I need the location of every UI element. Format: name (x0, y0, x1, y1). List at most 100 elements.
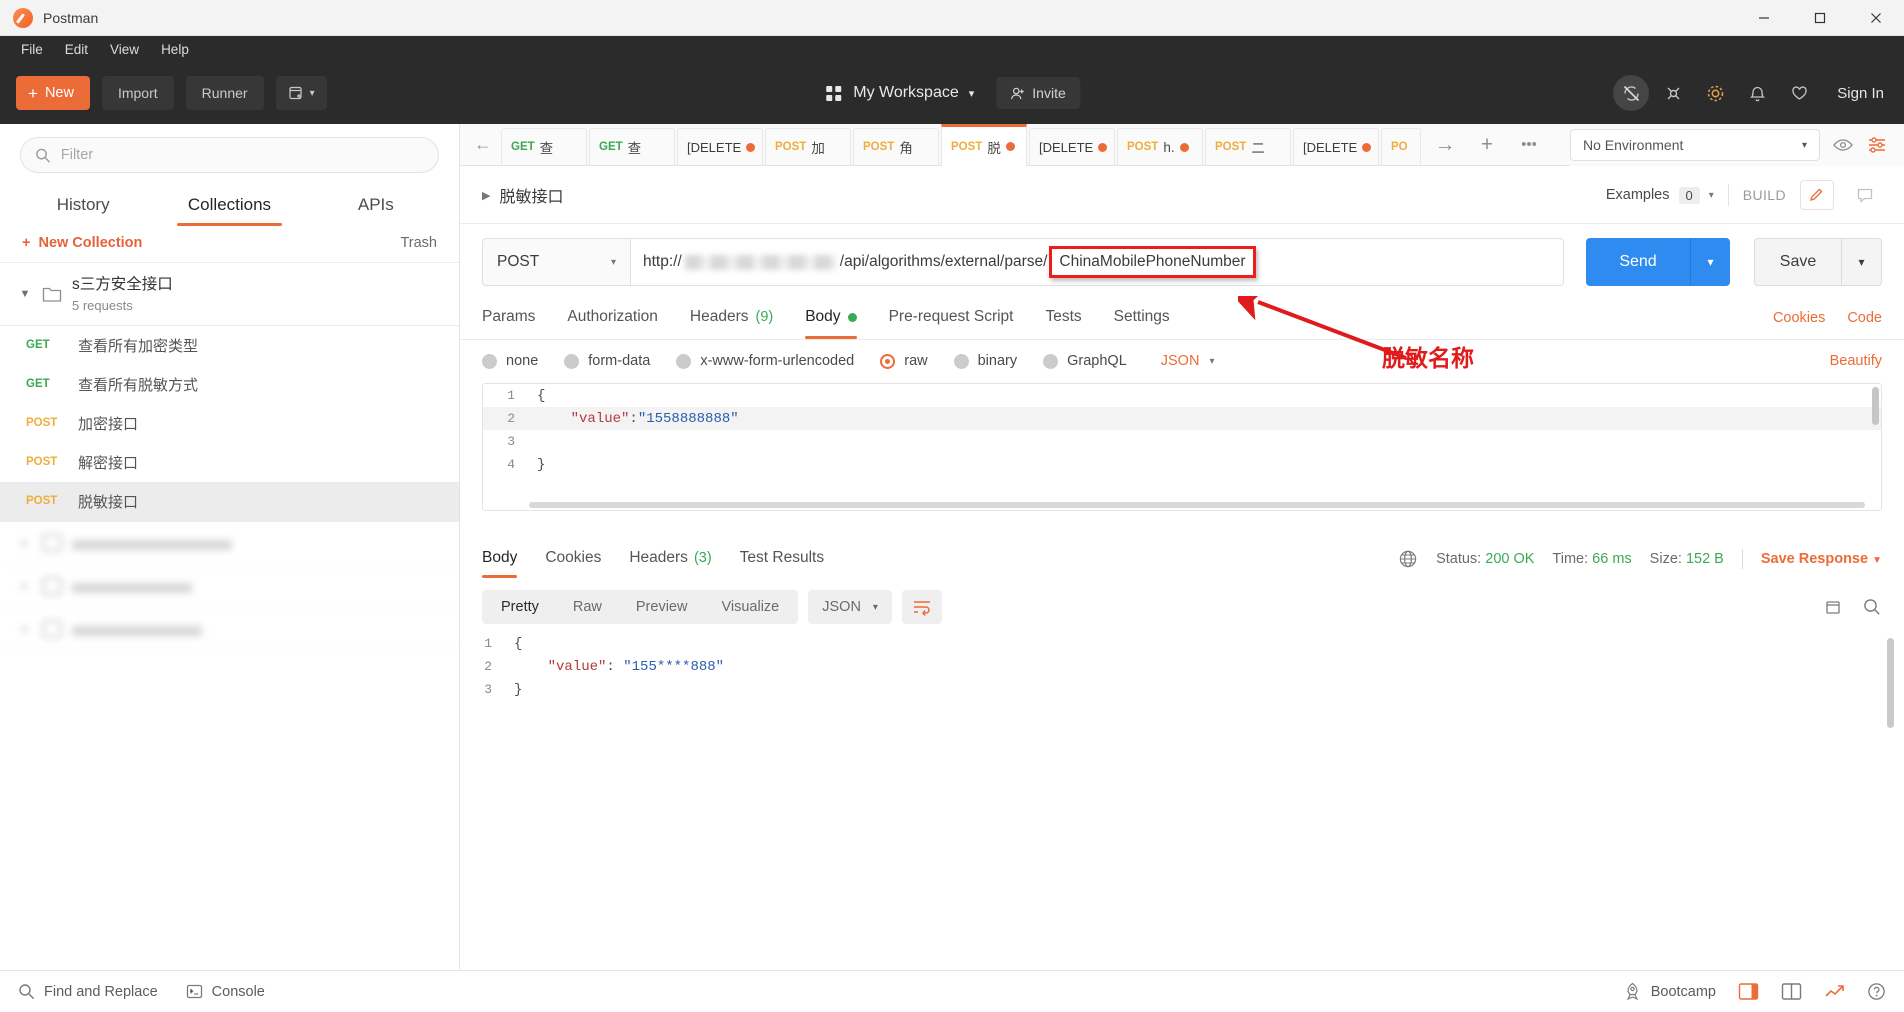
sliders-icon[interactable] (1866, 134, 1888, 156)
trash-button[interactable]: Trash (400, 235, 437, 251)
cookies-link[interactable]: Cookies (1773, 310, 1825, 326)
arrow-right-icon[interactable]: → (1424, 133, 1466, 157)
request-body-editor[interactable]: 1 { 2 "value":"1558888888" 3 4 } (482, 383, 1882, 511)
sidebar-tab-history[interactable]: History (10, 185, 156, 226)
search-box[interactable] (20, 137, 439, 173)
raw-format-select[interactable]: JSON ▾ (1161, 353, 1215, 369)
list-item[interactable]: POST 解密接口 (0, 443, 459, 482)
body-type-form-data[interactable]: form-data (564, 353, 650, 369)
view-mode-visualize[interactable]: Visualize (704, 590, 796, 624)
search-input[interactable] (61, 147, 424, 163)
collection-header[interactable]: ▼ s三方安全接口 5 requests (0, 263, 459, 326)
body-type-graphql[interactable]: GraphQL (1043, 353, 1127, 369)
runner-button[interactable]: Runner (186, 76, 264, 110)
body-type-none[interactable]: none (482, 353, 538, 369)
close-icon[interactable] (1848, 0, 1904, 36)
examples-selector[interactable]: Examples 0 ▾ (1606, 187, 1714, 204)
request-tab[interactable]: [DELETE (1293, 128, 1379, 165)
response-tab-cookies[interactable]: Cookies (545, 539, 601, 578)
new-window-button[interactable]: ▾ (276, 76, 327, 110)
view-mode-pretty[interactable]: Pretty (484, 590, 556, 624)
find-and-replace-button[interactable]: Find and Replace (18, 983, 158, 1000)
eye-icon[interactable] (1832, 134, 1854, 156)
minimize-icon[interactable] (1736, 0, 1792, 36)
send-dropdown-button[interactable]: ▾ (1690, 238, 1730, 286)
menu-edit[interactable]: Edit (54, 39, 99, 60)
tab-headers[interactable]: Headers (9) (690, 296, 773, 339)
sync-off-icon[interactable] (1613, 75, 1649, 111)
chevron-down-icon[interactable]: ▼ (18, 288, 32, 300)
request-tab[interactable]: GET 查 (501, 128, 587, 165)
import-button[interactable]: Import (102, 76, 174, 110)
tab-tests[interactable]: Tests (1045, 296, 1081, 339)
heart-icon[interactable] (1781, 75, 1817, 111)
response-scrollbar[interactable] (1887, 638, 1894, 728)
collection-header-blurred[interactable]: ▸ (0, 522, 459, 565)
editor-scrollbar[interactable] (1872, 387, 1879, 425)
tab-pre-request-script[interactable]: Pre-request Script (889, 296, 1014, 339)
tab-params[interactable]: Params (482, 296, 535, 339)
sidebar-tab-apis[interactable]: APIs (303, 185, 449, 226)
request-tab[interactable]: POST 角 (853, 128, 939, 165)
collection-header-blurred[interactable]: ▸ (0, 565, 459, 608)
method-select[interactable]: POST ▾ (482, 238, 630, 286)
save-button[interactable]: Save (1754, 238, 1842, 286)
new-button[interactable]: + New (16, 76, 90, 110)
bootcamp-button[interactable]: Bootcamp (1623, 982, 1716, 1001)
request-tab[interactable]: POST h. (1117, 128, 1203, 165)
search-icon[interactable] (1862, 597, 1882, 617)
url-input[interactable]: http:// /api/algorithms/external/parse/ … (630, 238, 1564, 286)
request-tab[interactable]: PO (1381, 128, 1421, 165)
response-format-select[interactable]: JSON ▾ (808, 590, 892, 624)
environment-select[interactable]: No Environment ▾ (1570, 129, 1820, 161)
trend-icon[interactable] (1824, 982, 1845, 1001)
copy-icon[interactable] (1824, 597, 1844, 617)
request-tab[interactable]: [DELETE (677, 128, 763, 165)
word-wrap-icon[interactable] (902, 590, 942, 624)
request-tab[interactable]: POST 二 (1205, 128, 1291, 165)
request-tab-active[interactable]: POST 脱 (941, 124, 1027, 166)
ellipsis-icon[interactable]: ••• (1508, 136, 1550, 153)
view-mode-preview[interactable]: Preview (619, 590, 705, 624)
beautify-button[interactable]: Beautify (1830, 353, 1882, 369)
sidebar-tab-collections[interactable]: Collections (156, 185, 302, 226)
response-tab-headers[interactable]: Headers (3) (629, 539, 711, 578)
arrow-left-icon[interactable]: ← (466, 124, 500, 165)
request-tab[interactable]: POST 加 (765, 128, 851, 165)
save-response-button[interactable]: Save Response ▼ (1761, 551, 1882, 567)
view-mode-raw[interactable]: Raw (556, 590, 619, 624)
menu-view[interactable]: View (99, 39, 150, 60)
response-tab-test-results[interactable]: Test Results (740, 539, 824, 578)
new-collection-button[interactable]: + New Collection (22, 235, 142, 251)
help-icon[interactable] (1867, 982, 1886, 1001)
pencil-icon[interactable] (1800, 180, 1834, 210)
collection-header-blurred[interactable]: ▸ (0, 608, 459, 651)
send-button[interactable]: Send (1586, 238, 1690, 286)
body-type-binary[interactable]: binary (954, 353, 1018, 369)
tab-settings[interactable]: Settings (1114, 296, 1170, 339)
two-pane-icon[interactable] (1781, 982, 1802, 1001)
satellite-icon[interactable] (1655, 75, 1691, 111)
list-item[interactable]: POST 加密接口 (0, 404, 459, 443)
menu-help[interactable]: Help (150, 39, 200, 60)
request-tab[interactable]: [DELETE (1029, 128, 1115, 165)
comment-icon[interactable] (1848, 180, 1882, 210)
body-type-urlencoded[interactable]: x-www-form-urlencoded (676, 353, 854, 369)
sign-in-button[interactable]: Sign In (1837, 85, 1884, 102)
request-tab[interactable]: GET 查 (589, 128, 675, 165)
gear-icon[interactable] (1697, 75, 1733, 111)
maximize-icon[interactable] (1792, 0, 1848, 36)
response-body-viewer[interactable]: 1 { 2 "value": "155****888" 3 } (460, 632, 1904, 970)
sidebar-right-icon[interactable] (1738, 982, 1759, 1001)
list-item-selected[interactable]: POST 脱敏接口 (0, 482, 459, 521)
editor-hscrollbar[interactable] (529, 502, 1865, 508)
tab-authorization[interactable]: Authorization (567, 296, 657, 339)
tab-body[interactable]: Body (805, 296, 856, 339)
code-link[interactable]: Code (1847, 310, 1882, 326)
list-item[interactable]: GET 查看所有脱敏方式 (0, 365, 459, 404)
list-item[interactable]: GET 查看所有加密类型 (0, 326, 459, 365)
save-dropdown-button[interactable]: ▾ (1842, 238, 1882, 286)
menu-file[interactable]: File (10, 39, 54, 60)
body-type-raw[interactable]: raw (880, 353, 927, 369)
console-button[interactable]: Console (186, 983, 265, 1000)
